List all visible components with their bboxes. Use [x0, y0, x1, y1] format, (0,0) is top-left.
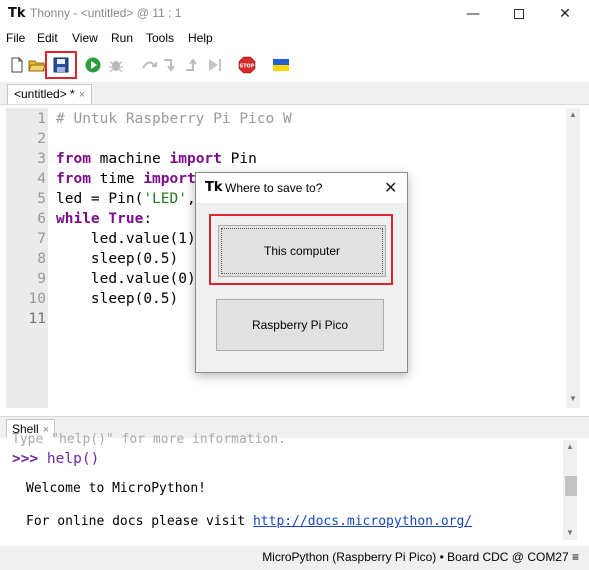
step-into-icon[interactable] [161, 56, 179, 74]
menu-edit[interactable]: Edit [37, 31, 58, 45]
shell-docs-text: For online docs please visit [26, 514, 253, 529]
string-literal: 'LED' [143, 191, 187, 207]
line-number: 5 [37, 191, 46, 207]
dialog-close-button[interactable]: ✕ [384, 178, 397, 197]
line-number: 1 [37, 111, 46, 127]
code-text: ) [169, 251, 179, 267]
interpreter-status[interactable]: MicroPython (Raspberry Pi Pico) • Board … [262, 550, 579, 564]
code-text: sleep( [56, 291, 144, 307]
keyword: True [99, 211, 144, 227]
shell-scroll-thumb[interactable] [565, 476, 577, 496]
toolbar: STOP [0, 50, 589, 80]
shell-scrollbar[interactable]: ▲ ▼ [563, 440, 577, 540]
maximize-icon [514, 9, 524, 19]
number-literal: 1 [178, 231, 187, 247]
shell-docs-line: For online docs please visit http://docs… [26, 514, 472, 529]
code-text: led = Pin( [56, 191, 144, 207]
run-icon[interactable] [84, 56, 102, 74]
code-text: Pin [221, 151, 257, 167]
code-line-7: led.value(1) [56, 231, 196, 247]
shell-clipped-line: Type "help()" for more information. [12, 432, 286, 447]
menu-view[interactable]: View [72, 31, 98, 45]
shell-welcome: Welcome to MicroPython! [26, 481, 207, 496]
code-text: machine [90, 151, 170, 167]
keyword: import [143, 171, 196, 187]
status-bar: MicroPython (Raspberry Pi Pico) • Board … [0, 546, 589, 570]
code-line-3: from machine import Pin [56, 151, 257, 167]
code-text: : [143, 211, 153, 227]
number-literal: 0.5 [143, 291, 170, 307]
code-text: sleep( [56, 251, 144, 267]
open-folder-icon[interactable] [28, 56, 46, 74]
line-number: 8 [37, 251, 46, 267]
scroll-up-icon[interactable]: ▲ [565, 442, 575, 451]
code-line-4: from time import [56, 171, 196, 187]
stop-icon[interactable]: STOP [238, 56, 256, 74]
number-literal: 0 [178, 271, 187, 287]
code-line-1: # Untuk Raspberry Pi Pico W [56, 111, 292, 127]
shell-command: help() [38, 451, 100, 467]
editor-scrollbar[interactable]: ▲ ▼ [566, 108, 580, 408]
tab-close-icon[interactable]: × [79, 89, 85, 101]
window-title: Thonny - <untitled> @ 11 : 1 [30, 6, 182, 20]
resume-icon[interactable] [205, 56, 223, 74]
raspberry-pi-pico-button[interactable]: Raspberry Pi Pico [216, 299, 384, 351]
number-literal: 0.5 [143, 251, 170, 267]
shell-prompt-line: >>> help() [12, 451, 99, 467]
scroll-down-icon[interactable]: ▼ [565, 528, 575, 537]
step-out-icon[interactable] [183, 56, 201, 74]
line-number: 9 [37, 271, 46, 287]
dialog-title-bar: Tk Where to save to? ✕ [196, 173, 407, 203]
close-button[interactable]: ✕ [542, 0, 588, 28]
code-line-9: led.value(0) [56, 271, 196, 287]
shell-panel[interactable]: Type "help()" for more information. >>> … [0, 432, 589, 544]
code-line-10: sleep(0.5) [56, 291, 178, 307]
thonny-logo-icon: Tk [205, 180, 223, 195]
shell-prompt: >>> [12, 451, 39, 467]
line-number-gutter: 1 2 3 4 5 6 7 8 9 10 11 [6, 108, 48, 408]
scroll-up-icon[interactable]: ▲ [568, 110, 578, 119]
menu-help[interactable]: Help [188, 31, 213, 45]
menu-tools[interactable]: Tools [146, 31, 174, 45]
keyword: from [56, 151, 91, 167]
thonny-logo-icon: Tk [8, 6, 26, 21]
line-number: 2 [37, 131, 46, 147]
line-number: 7 [37, 231, 46, 247]
menu-bar: File Edit View Run Tools Help [0, 28, 589, 48]
line-number: 3 [37, 151, 46, 167]
code-line-8: sleep(0.5) [56, 251, 178, 267]
step-over-icon[interactable] [140, 56, 158, 74]
scroll-down-icon[interactable]: ▼ [568, 394, 578, 403]
new-file-icon[interactable] [8, 56, 26, 74]
ukraine-flag-icon[interactable] [272, 56, 290, 74]
stop-label: STOP [240, 64, 255, 70]
tab-untitled[interactable]: <untitled> * × [7, 84, 93, 104]
code-text: led.value( [56, 271, 179, 287]
line-number: 10 [28, 291, 46, 307]
menu-file[interactable]: File [6, 31, 25, 45]
keyword: while [56, 211, 100, 227]
editor-tab-bar: <untitled> * × [0, 82, 589, 104]
code-line-5: led = Pin('LED', [56, 191, 196, 207]
save-location-dialog: Tk Where to save to? ✕ This computer Ras… [195, 172, 408, 373]
menu-run[interactable]: Run [111, 31, 133, 45]
code-text: ) [169, 291, 179, 307]
minimize-button[interactable]: — [450, 0, 496, 28]
title-bar: Tk Thonny - <untitled> @ 11 : 1 — ✕ [0, 0, 589, 28]
code-text: time [90, 171, 144, 187]
this-computer-button[interactable]: This computer [218, 225, 386, 277]
code-line-6: while True: [56, 211, 152, 227]
line-number: 4 [37, 171, 46, 187]
docs-link[interactable]: http://docs.micropython.org/ [253, 514, 472, 529]
save-button-highlight [45, 51, 77, 79]
maximize-button[interactable] [496, 0, 542, 28]
line-number-current: 11 [28, 311, 46, 327]
keyword: from [56, 171, 91, 187]
tab-label: <untitled> * [14, 87, 75, 101]
keyword: import [169, 151, 222, 167]
line-number: 6 [37, 211, 46, 227]
dialog-title: Where to save to? [225, 181, 323, 195]
debug-icon[interactable] [107, 56, 125, 74]
code-text: led.value( [56, 231, 179, 247]
